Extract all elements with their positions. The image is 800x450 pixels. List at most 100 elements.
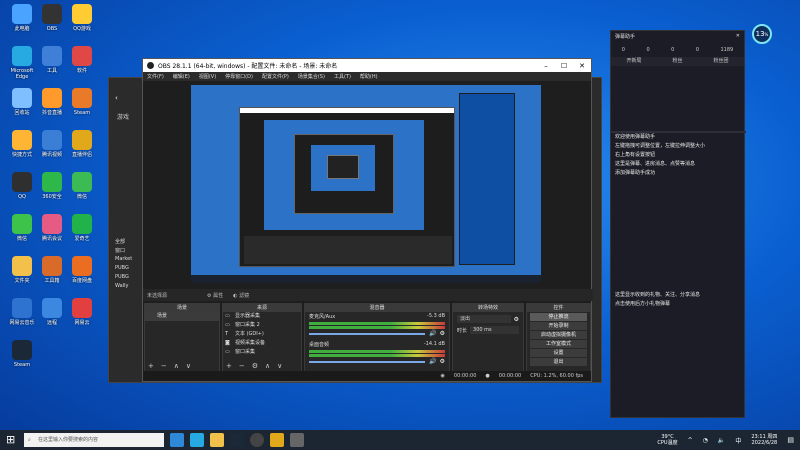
filters-button[interactable]: ◐ 滤镜 <box>233 292 249 299</box>
speaker-icon[interactable]: 🔊 <box>429 330 436 337</box>
preview-nested-obs <box>239 107 455 267</box>
desktop-icon[interactable]: Steam <box>4 340 40 368</box>
windows-start-icon[interactable]: ⊞ <box>6 433 20 447</box>
desktop-icon[interactable]: 软件 <box>64 46 100 74</box>
scene-item[interactable]: 场景 <box>145 312 219 321</box>
menu-scene-collection[interactable]: 场景集合(S) <box>298 73 325 80</box>
duration-input[interactable]: 300 ms <box>470 326 519 334</box>
clock[interactable]: 23:11 周四 2022/6/28 <box>751 434 777 446</box>
danmaku-widget[interactable]: 弹幕助手 ✕ 0 0 0 0 1189 开新局 粉丝 粉丝团 欢迎使用弹幕助手 … <box>610 30 746 418</box>
desktop-icon[interactable]: 网易云 <box>64 298 100 326</box>
tab[interactable]: 粉丝团 <box>713 57 728 66</box>
edge-icon[interactable] <box>190 433 204 447</box>
studio-mode-button[interactable]: 工作室模式 <box>530 340 587 348</box>
app-icon <box>12 88 32 108</box>
desktop-icon-label: QQ游戏 <box>73 26 91 32</box>
move-up-icon[interactable]: ∧ <box>174 362 179 370</box>
move-down-icon[interactable]: ∨ <box>277 362 282 370</box>
obs-taskbar-icon[interactable] <box>250 433 264 447</box>
volume-icon[interactable]: 🔈 <box>718 437 725 444</box>
close-icon[interactable]: ✕ <box>736 33 740 39</box>
start-recording-button[interactable]: 开始录制 <box>530 322 587 330</box>
tab[interactable]: 粉丝 <box>672 57 682 66</box>
menu-edit[interactable]: 编辑(E) <box>173 73 190 80</box>
audio-meter <box>309 326 445 329</box>
app-icon[interactable] <box>290 433 304 447</box>
source-item[interactable]: ▭ 窗口采集 2 <box>223 321 301 330</box>
source-item[interactable]: T 文本 (GDI+) <box>223 330 301 339</box>
live-assistant-icon[interactable] <box>270 433 284 447</box>
cpu-temp-tray[interactable]: 39°C CPU温度 <box>657 434 677 446</box>
source-settings-icon[interactable]: ⚙ <box>252 362 258 370</box>
app-icon <box>12 172 32 192</box>
notification-icon[interactable]: ▤ <box>787 436 794 444</box>
controls-title: 控件 <box>527 304 590 312</box>
app-icon <box>72 214 92 234</box>
file-explorer-icon[interactable] <box>210 433 224 447</box>
obs-titlebar[interactable]: OBS 28.1.1 (64-bit, windows) - 配置文件: 未命名… <box>143 59 591 72</box>
taskbar-search[interactable]: ⌕ 在这里输入你要搜索的内容 <box>24 433 164 447</box>
mixer-title: 混音器 <box>305 304 449 312</box>
minimize-icon[interactable]: – <box>537 62 555 70</box>
gear-icon[interactable]: ⚙ <box>514 316 519 323</box>
start-virtual-camera-button[interactable]: 启动虚拟摄像机 <box>530 331 587 339</box>
task-view-icon[interactable] <box>170 433 184 447</box>
remove-source-icon[interactable]: − <box>239 362 245 370</box>
stop-streaming-button[interactable]: 停止推流 <box>530 313 587 321</box>
ime-icon[interactable]: 中 <box>735 436 741 445</box>
desktop-icon-label: 软件 <box>76 68 87 74</box>
exit-button[interactable]: 退出 <box>530 358 587 366</box>
gear-icon[interactable]: ⚙ <box>440 358 445 365</box>
obs-preview[interactable] <box>191 85 541 283</box>
window-icon: ▭ <box>225 349 230 355</box>
stat-value: 1189 <box>720 47 734 53</box>
add-scene-icon[interactable]: + <box>148 362 154 370</box>
desktop-icon[interactable]: QQ游戏 <box>64 4 100 32</box>
audio-meter <box>309 322 445 325</box>
app-icon <box>12 340 32 360</box>
desktop-icon[interactable]: 微信 <box>64 172 100 200</box>
tab[interactable]: 开新局 <box>626 57 641 66</box>
volume-slider[interactable] <box>309 360 426 363</box>
menu-file[interactable]: 文件(F) <box>147 73 164 80</box>
properties-button[interactable]: ⚙ 属性 <box>207 292 223 299</box>
chevron-up-icon[interactable]: ^ <box>688 437 693 444</box>
maximize-icon[interactable]: ☐ <box>555 62 573 70</box>
menu-view[interactable]: 视图(V) <box>199 73 216 80</box>
desktop-icon-label: Steam <box>73 110 91 116</box>
settings-button[interactable]: 设置 <box>530 349 587 357</box>
network-icon[interactable]: ◔ <box>703 437 708 444</box>
desktop-icon[interactable]: Steam <box>64 88 100 116</box>
app-icon <box>42 298 62 318</box>
obs-logo-icon <box>147 62 154 69</box>
close-icon[interactable]: ✕ <box>573 62 591 70</box>
volume-slider[interactable] <box>309 332 426 335</box>
app-icon <box>42 4 62 24</box>
taskbar: ⊞ ⌕ 在这里输入你要搜索的内容 39°C CPU温度 ^ ◔ 🔈 中 23:11… <box>0 430 800 450</box>
desktop-icon[interactable]: 爱奇艺 <box>64 214 100 242</box>
source-item[interactable]: ◙ 视频采集设备 <box>223 339 301 348</box>
back-arrow-icon[interactable]: ‹ <box>115 94 118 102</box>
source-item[interactable]: ▭ 显示器采集 <box>223 312 301 321</box>
source-item[interactable]: ▭ 窗口采集 <box>223 348 301 357</box>
obs-window[interactable]: OBS 28.1.1 (64-bit, windows) - 配置文件: 未命名… <box>142 58 593 382</box>
transition-select[interactable]: 淡出 <box>457 315 511 323</box>
gear-icon[interactable]: ⚙ <box>440 330 445 337</box>
desktop-icon[interactable]: 直播伴侣 <box>64 130 100 158</box>
desktop-icon[interactable]: 百度网盘 <box>64 256 100 284</box>
steam-icon[interactable] <box>230 433 244 447</box>
move-down-icon[interactable]: ∨ <box>186 362 191 370</box>
move-up-icon[interactable]: ∧ <box>265 362 270 370</box>
add-source-icon[interactable]: + <box>226 362 232 370</box>
menu-profile[interactable]: 配置文件(P) <box>262 73 289 80</box>
remove-scene-icon[interactable]: − <box>161 362 167 370</box>
menu-help[interactable]: 帮助(H) <box>360 73 378 80</box>
menu-tools[interactable]: 工具(T) <box>334 73 351 80</box>
speaker-icon[interactable]: 🔊 <box>429 358 436 365</box>
menu-docks[interactable]: 停靠窗口(D) <box>225 73 253 80</box>
audio-meter <box>309 354 445 357</box>
mixer-channel-name: 麦克风/Aux <box>309 314 336 320</box>
app-icon <box>72 298 92 318</box>
app-icon <box>72 256 92 276</box>
preview-nested-screen <box>264 120 424 230</box>
